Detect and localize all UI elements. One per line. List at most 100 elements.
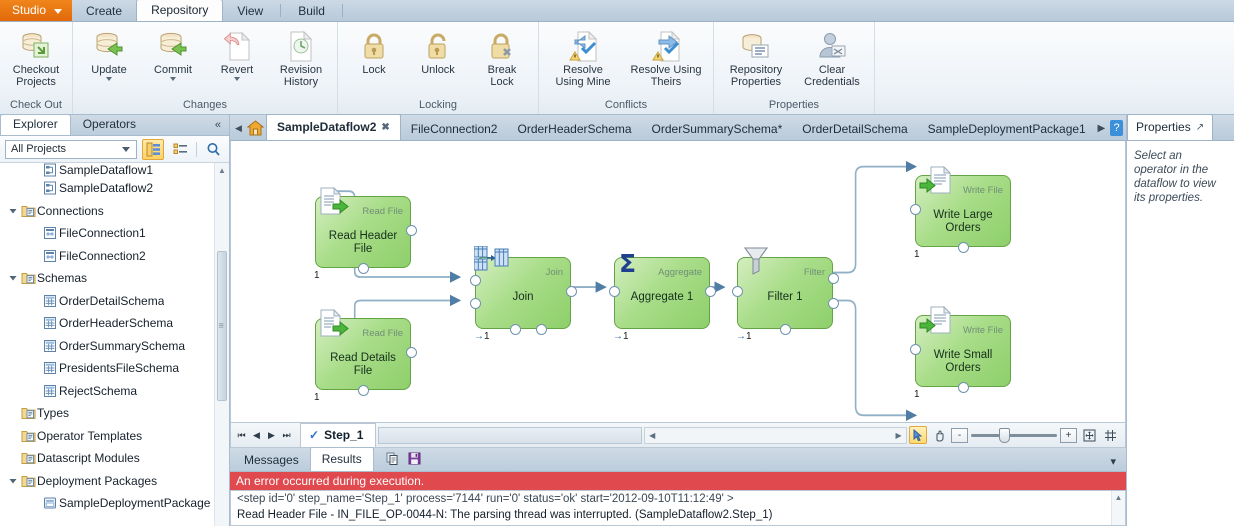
studio-app-button[interactable]: Studio (0, 0, 73, 21)
expand-collapse-icon[interactable] (6, 477, 19, 485)
update-button[interactable]: Update (78, 25, 140, 82)
copy-icon[interactable] (386, 452, 399, 468)
dataflow-port-out[interactable] (958, 242, 969, 253)
tab-operators[interactable]: Operators (71, 115, 148, 135)
scrollbar-thumb[interactable]: ≡ (217, 251, 227, 401)
tree-item-schemas[interactable]: Schemas (0, 267, 229, 290)
doc-tab-sampledataflow2[interactable]: SampleDataflow2 ✖ (266, 114, 401, 140)
revision-history-button[interactable]: Revision History (270, 25, 332, 89)
explorer-tree[interactable]: SampleDataflow1 SampleDataflow2 Connection… (0, 163, 229, 526)
tree-view-toggle[interactable] (142, 138, 164, 160)
dataflow-node-aggregate[interactable]: Σ Aggregate Aggregate 1 (609, 249, 716, 329)
tree-item-connections[interactable]: Connections (0, 200, 229, 223)
zoom-out-button[interactable]: - (951, 427, 969, 443)
dataflow-port-in[interactable] (609, 286, 620, 297)
search-icon[interactable] (202, 139, 224, 160)
tree-item-operator-templates[interactable]: Operator Templates (0, 425, 229, 448)
dataflow-port-out[interactable] (780, 324, 791, 335)
results-log[interactable]: <step id='0' step_name='Step_1' process=… (230, 490, 1126, 526)
step-first-icon[interactable]: ⏮ (234, 427, 249, 444)
tree-item-orderheaderschema[interactable]: OrderHeaderSchema (0, 312, 229, 335)
scroll-left-icon[interactable]: ◀ (645, 431, 660, 440)
scroll-up-icon[interactable]: ▲ (1112, 491, 1125, 504)
dataflow-port-out[interactable] (828, 298, 839, 309)
ribbon-tab-create[interactable]: Create (72, 1, 136, 21)
fit-to-window-icon[interactable] (1080, 426, 1098, 444)
repository-properties-button[interactable]: Repository Properties (719, 25, 793, 89)
chevron-down-icon[interactable] (234, 77, 240, 81)
dataflow-port-out[interactable] (828, 273, 839, 284)
pointer-icon[interactable] (909, 426, 928, 444)
scroll-right-icon[interactable]: ▶ (891, 431, 906, 440)
dataflow-port-out[interactable] (358, 385, 369, 396)
collapse-panel-icon[interactable]: « (215, 119, 221, 131)
save-icon[interactable] (408, 452, 421, 468)
zoom-slider[interactable] (971, 427, 1058, 443)
dataflow-node-filter[interactable]: Filter Filter 1 (732, 247, 839, 335)
expand-collapse-icon[interactable] (6, 207, 19, 215)
dataflow-port-in[interactable] (732, 286, 743, 297)
tree-item-datascript-modules[interactable]: Datascript Modules (0, 447, 229, 470)
tree-item-rejectschema[interactable]: RejectSchema (0, 380, 229, 403)
chevron-down-icon[interactable] (170, 77, 176, 81)
step-last-icon[interactable]: ⏭ (279, 427, 294, 444)
ribbon-tab-view[interactable]: View (223, 1, 277, 21)
expand-collapse-icon[interactable] (6, 274, 19, 282)
tree-item-orderdetailschema[interactable]: OrderDetailSchema (0, 290, 229, 313)
dataflow-port-in[interactable] (470, 275, 481, 286)
resolve-using-theirs-button[interactable]: Resolve Using Theirs (624, 25, 708, 89)
unlock-button[interactable]: Unlock (407, 25, 469, 77)
tab-properties[interactable]: Properties ↗ (1127, 114, 1214, 140)
doc-tab-orderheaderschema[interactable]: OrderHeaderSchema (507, 117, 641, 140)
ribbon-tab-repository[interactable]: Repository (136, 0, 224, 21)
tree-item-fileconnection1[interactable]: FileConnection1 (0, 222, 229, 245)
tabs-scroll-right-icon[interactable]: ▶ (1096, 116, 1107, 140)
explorer-scrollbar[interactable]: ▲ ≡ (214, 163, 229, 526)
dataflow-node-write-small[interactable]: Write File Write Small Orders (910, 305, 1011, 393)
dataflow-port-out[interactable] (406, 347, 417, 358)
results-log-scrollbar[interactable]: ▲ (1111, 491, 1125, 525)
dataflow-port-out[interactable] (566, 286, 577, 297)
clear-credentials-button[interactable]: Clear Credentials (795, 25, 869, 89)
step-next-icon[interactable]: ▶ (264, 427, 279, 444)
dataflow-node-read-details[interactable]: Read File Read Details File (315, 308, 417, 396)
scroll-up-icon[interactable]: ▲ (215, 163, 229, 177)
undock-icon[interactable]: ↗ (1196, 115, 1204, 140)
chevron-down-icon[interactable] (106, 77, 112, 81)
revert-button[interactable]: Revert (206, 25, 268, 82)
ribbon-tab-build[interactable]: Build (284, 1, 339, 21)
collapse-messages-icon[interactable]: ▾ (1110, 455, 1116, 468)
commit-button[interactable]: Commit (142, 25, 204, 82)
dataflow-port-out[interactable] (406, 225, 417, 236)
dataflow-port-out[interactable] (958, 382, 969, 393)
grid-icon[interactable] (1101, 426, 1119, 444)
tabs-scroll-left-icon[interactable]: ◀ (232, 116, 245, 140)
tree-item-sampledeploymentpackage[interactable]: SampleDeploymentPackage (0, 492, 229, 515)
dataflow-port-out[interactable] (510, 324, 521, 335)
dataflow-node-join[interactable]: Join Join (470, 245, 577, 335)
dataflow-canvas[interactable]: Read File Read Header File 1 Read File Read D… (230, 141, 1126, 423)
help-button[interactable]: ? (1110, 120, 1124, 136)
dataflow-port-out[interactable] (536, 324, 547, 335)
zoom-in-button[interactable]: + (1060, 427, 1078, 443)
tree-item-ordersummaryschema[interactable]: OrderSummarySchema (0, 335, 229, 358)
tree-item-deployment-packages[interactable]: Deployment Packages (0, 470, 229, 493)
doc-tab-sampledeploymentpackage1[interactable]: SampleDeploymentPackage1 (918, 117, 1096, 140)
dataflow-port-in[interactable] (470, 298, 481, 309)
dataflow-port-in[interactable] (910, 204, 921, 215)
doc-tab-ordersummaryschema[interactable]: OrderSummarySchema* (642, 117, 793, 140)
tab-messages[interactable]: Messages (233, 450, 310, 471)
canvas-horizontal-scrollbar[interactable]: ◀ ▶ (643, 426, 908, 444)
tab-explorer[interactable]: Explorer (0, 114, 71, 135)
pan-icon[interactable] (930, 426, 948, 444)
tree-item-fileconnection2[interactable]: FileConnection2 (0, 245, 229, 268)
home-icon[interactable] (245, 115, 266, 140)
doc-tab-orderdetailschema[interactable]: OrderDetailSchema (792, 117, 917, 140)
list-view-toggle[interactable] (169, 139, 191, 160)
project-filter-select[interactable]: All Projects (5, 139, 137, 159)
doc-tab-fileconnection2[interactable]: FileConnection2 (401, 117, 508, 140)
zoom-slider-knob[interactable] (999, 427, 1011, 443)
tab-results[interactable]: Results (309, 447, 374, 471)
dataflow-port-out[interactable] (705, 286, 716, 297)
lock-button[interactable]: Lock (343, 25, 405, 77)
